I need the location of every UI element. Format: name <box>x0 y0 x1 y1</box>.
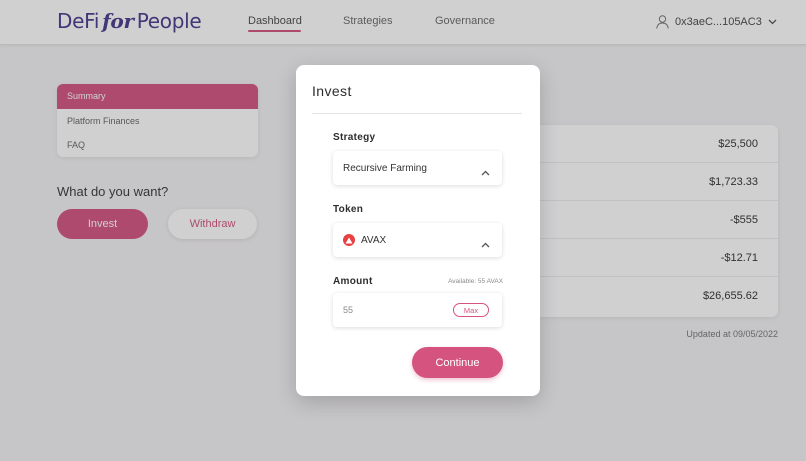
max-button[interactable]: Max <box>453 303 489 317</box>
token-value: AVAX <box>361 234 387 246</box>
chevron-up-icon <box>481 235 490 253</box>
token-select[interactable]: AVAX <box>333 223 502 257</box>
strategy-value: Recursive Farming <box>343 162 427 174</box>
chevron-up-icon <box>481 163 490 181</box>
available-balance: Available: 55 AVAX <box>448 278 503 285</box>
amount-field: Max <box>333 293 502 327</box>
modal-title: Invest <box>312 83 352 99</box>
amount-label: Amount <box>333 276 373 287</box>
strategy-label: Strategy <box>333 132 376 143</box>
token-label: Token <box>333 204 364 215</box>
modal-divider <box>312 113 522 114</box>
amount-input[interactable] <box>343 302 443 318</box>
invest-modal: Invest Strategy Recursive Farming Token … <box>296 65 540 396</box>
continue-button[interactable]: Continue <box>412 347 503 378</box>
avax-icon <box>343 234 355 246</box>
strategy-select[interactable]: Recursive Farming <box>333 151 502 185</box>
